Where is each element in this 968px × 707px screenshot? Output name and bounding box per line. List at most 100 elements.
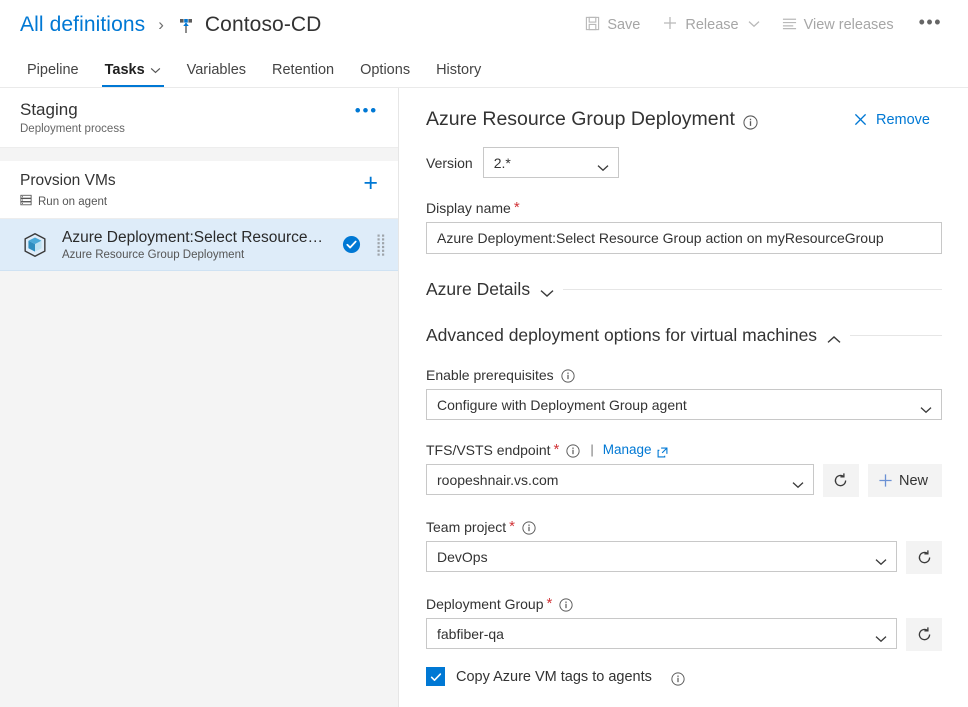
display-name-input[interactable]	[426, 222, 942, 254]
tab-strip: Pipeline Tasks Variables Retention Optio…	[0, 50, 968, 88]
advanced-section-title: Advanced deployment options for virtual …	[426, 325, 818, 345]
enable-prerequisites-select[interactable]: Configure with Deployment Group agent	[426, 389, 942, 420]
copy-tags-checkbox[interactable]	[426, 667, 445, 686]
team-project-value: DevOps	[437, 548, 488, 565]
version-label: Version	[426, 154, 473, 171]
task-details-pane: Azure Resource Group Deployment Remove V…	[400, 88, 968, 707]
tfs-endpoint-controls: roopeshnair.vs.com New	[426, 464, 942, 497]
enable-prerequisites-field: Enable prerequisites Configure with Depl…	[426, 367, 942, 420]
remove-label: Remove	[876, 111, 930, 128]
save-button[interactable]: Save	[574, 10, 651, 41]
view-releases-label: View releases	[803, 17, 894, 33]
breadcrumb: All definitions › Contoso-CD	[0, 13, 321, 37]
vertical-scrollbar[interactable]	[961, 88, 968, 707]
tfs-endpoint-select[interactable]: roopeshnair.vs.com	[426, 464, 814, 495]
chevron-up-icon	[827, 331, 841, 343]
tab-pipeline[interactable]: Pipeline	[14, 58, 92, 87]
copy-tags-row[interactable]: Copy Azure VM tags to agents	[426, 667, 942, 686]
manage-endpoint-link[interactable]: Manage	[603, 442, 652, 457]
advanced-section-body: Enable prerequisites Configure with Depl…	[426, 367, 942, 686]
deployment-group-label-text: Deployment Group	[426, 595, 544, 612]
version-row: Version 2.*	[426, 147, 942, 178]
display-name-field: Display name *	[426, 199, 942, 254]
label-separator: |	[590, 442, 594, 457]
info-icon[interactable]	[671, 671, 685, 686]
tab-pipeline-label: Pipeline	[27, 62, 79, 78]
chevron-down-icon	[920, 401, 932, 413]
tab-retention[interactable]: Retention	[259, 58, 347, 87]
task-subtitle: Azure Resource Group Deployment	[62, 249, 245, 261]
enable-prerequisites-value: Configure with Deployment Group agent	[437, 396, 687, 413]
chevron-down-icon	[150, 66, 161, 76]
team-project-refresh-button[interactable]	[906, 541, 942, 574]
tab-tasks[interactable]: Tasks	[92, 58, 174, 87]
release-button[interactable]: Release	[651, 9, 770, 41]
refresh-icon	[916, 626, 933, 643]
tfs-endpoint-refresh-button[interactable]	[822, 464, 859, 497]
server-rack-icon	[20, 194, 32, 209]
add-task-button[interactable]: +	[363, 171, 384, 196]
deployment-group-label: Deployment Group *	[426, 595, 942, 612]
deployment-group-value: fabfiber-qa	[437, 625, 504, 642]
info-icon[interactable]	[559, 597, 573, 612]
chevron-down-icon	[748, 20, 760, 31]
more-options-button[interactable]: •••	[905, 12, 952, 39]
task-list-item-azure-deployment[interactable]: Azure Deployment:Select Resource… Azure …	[0, 219, 398, 271]
team-project-select[interactable]: DevOps	[426, 541, 897, 572]
chevron-down-icon	[597, 159, 609, 171]
remove-task-button[interactable]: Remove	[854, 112, 942, 128]
enable-prerequisites-label-text: Enable prerequisites	[426, 367, 554, 383]
deployment-group-field: Deployment Group * fabfiber-qa	[426, 595, 942, 651]
required-marker: *	[546, 595, 553, 612]
new-endpoint-button[interactable]: New	[867, 464, 942, 497]
task-list-empty-area	[0, 271, 398, 707]
tfs-endpoint-field: TFS/VSTS endpoint * | Manage roopeshnair…	[426, 441, 942, 497]
version-select[interactable]: 2.*	[482, 147, 619, 178]
advanced-section-header[interactable]: Advanced deployment options for virtual …	[426, 325, 942, 346]
tab-variables-label: Variables	[186, 62, 247, 78]
external-link-icon	[657, 445, 668, 458]
tab-variables[interactable]: Variables	[174, 58, 259, 87]
stage-more-button[interactable]: •••	[355, 99, 384, 121]
team-project-field: Team project * DevOps	[426, 518, 942, 574]
azure-details-title: Azure Details	[426, 279, 531, 299]
top-toolbar: Save Release View releases •••	[574, 9, 968, 41]
new-endpoint-label: New	[898, 472, 928, 489]
list-icon	[782, 16, 797, 35]
top-bar: All definitions › Contoso-CD Save Releas…	[0, 0, 968, 50]
phase-subtitle-label: Run on agent	[38, 195, 108, 208]
info-icon[interactable]	[566, 443, 580, 458]
tab-tasks-label: Tasks	[104, 62, 145, 78]
plus-icon	[662, 15, 678, 35]
team-project-label: Team project *	[426, 518, 942, 535]
azure-details-section-header[interactable]: Azure Details	[426, 279, 942, 300]
display-name-label-text: Display name	[426, 199, 511, 216]
info-icon[interactable]	[743, 114, 758, 130]
view-releases-button[interactable]: View releases	[771, 10, 905, 41]
refresh-icon	[832, 472, 849, 489]
close-icon	[854, 113, 867, 126]
info-icon[interactable]	[522, 520, 536, 535]
required-marker: *	[513, 199, 520, 216]
copy-tags-label: Copy Azure VM tags to agents	[456, 668, 652, 685]
task-details-title: Azure Resource Group Deployment	[426, 108, 735, 130]
section-divider	[563, 289, 942, 290]
pane-gap	[0, 148, 398, 161]
tab-retention-label: Retention	[272, 62, 335, 78]
tab-options[interactable]: Options	[347, 58, 423, 87]
deployment-group-select[interactable]: fabfiber-qa	[426, 618, 897, 649]
phase-header[interactable]: Provsion VMs Run on agent +	[0, 161, 398, 219]
drag-handle-icon[interactable]	[377, 234, 386, 256]
tab-history[interactable]: History	[423, 58, 494, 87]
release-label: Release	[685, 17, 739, 33]
info-icon[interactable]	[561, 369, 575, 383]
deployment-group-refresh-button[interactable]	[906, 618, 942, 651]
display-name-label: Display name *	[426, 199, 942, 216]
task-details-header: Azure Resource Group Deployment Remove	[426, 108, 942, 131]
breadcrumb-all-definitions[interactable]: All definitions	[20, 13, 145, 37]
release-definition-editor: All definitions › Contoso-CD Save Releas…	[0, 0, 968, 707]
tfs-endpoint-value: roopeshnair.vs.com	[437, 471, 559, 488]
tab-options-label: Options	[360, 62, 411, 78]
team-project-controls: DevOps	[426, 541, 942, 574]
save-icon	[585, 16, 600, 35]
